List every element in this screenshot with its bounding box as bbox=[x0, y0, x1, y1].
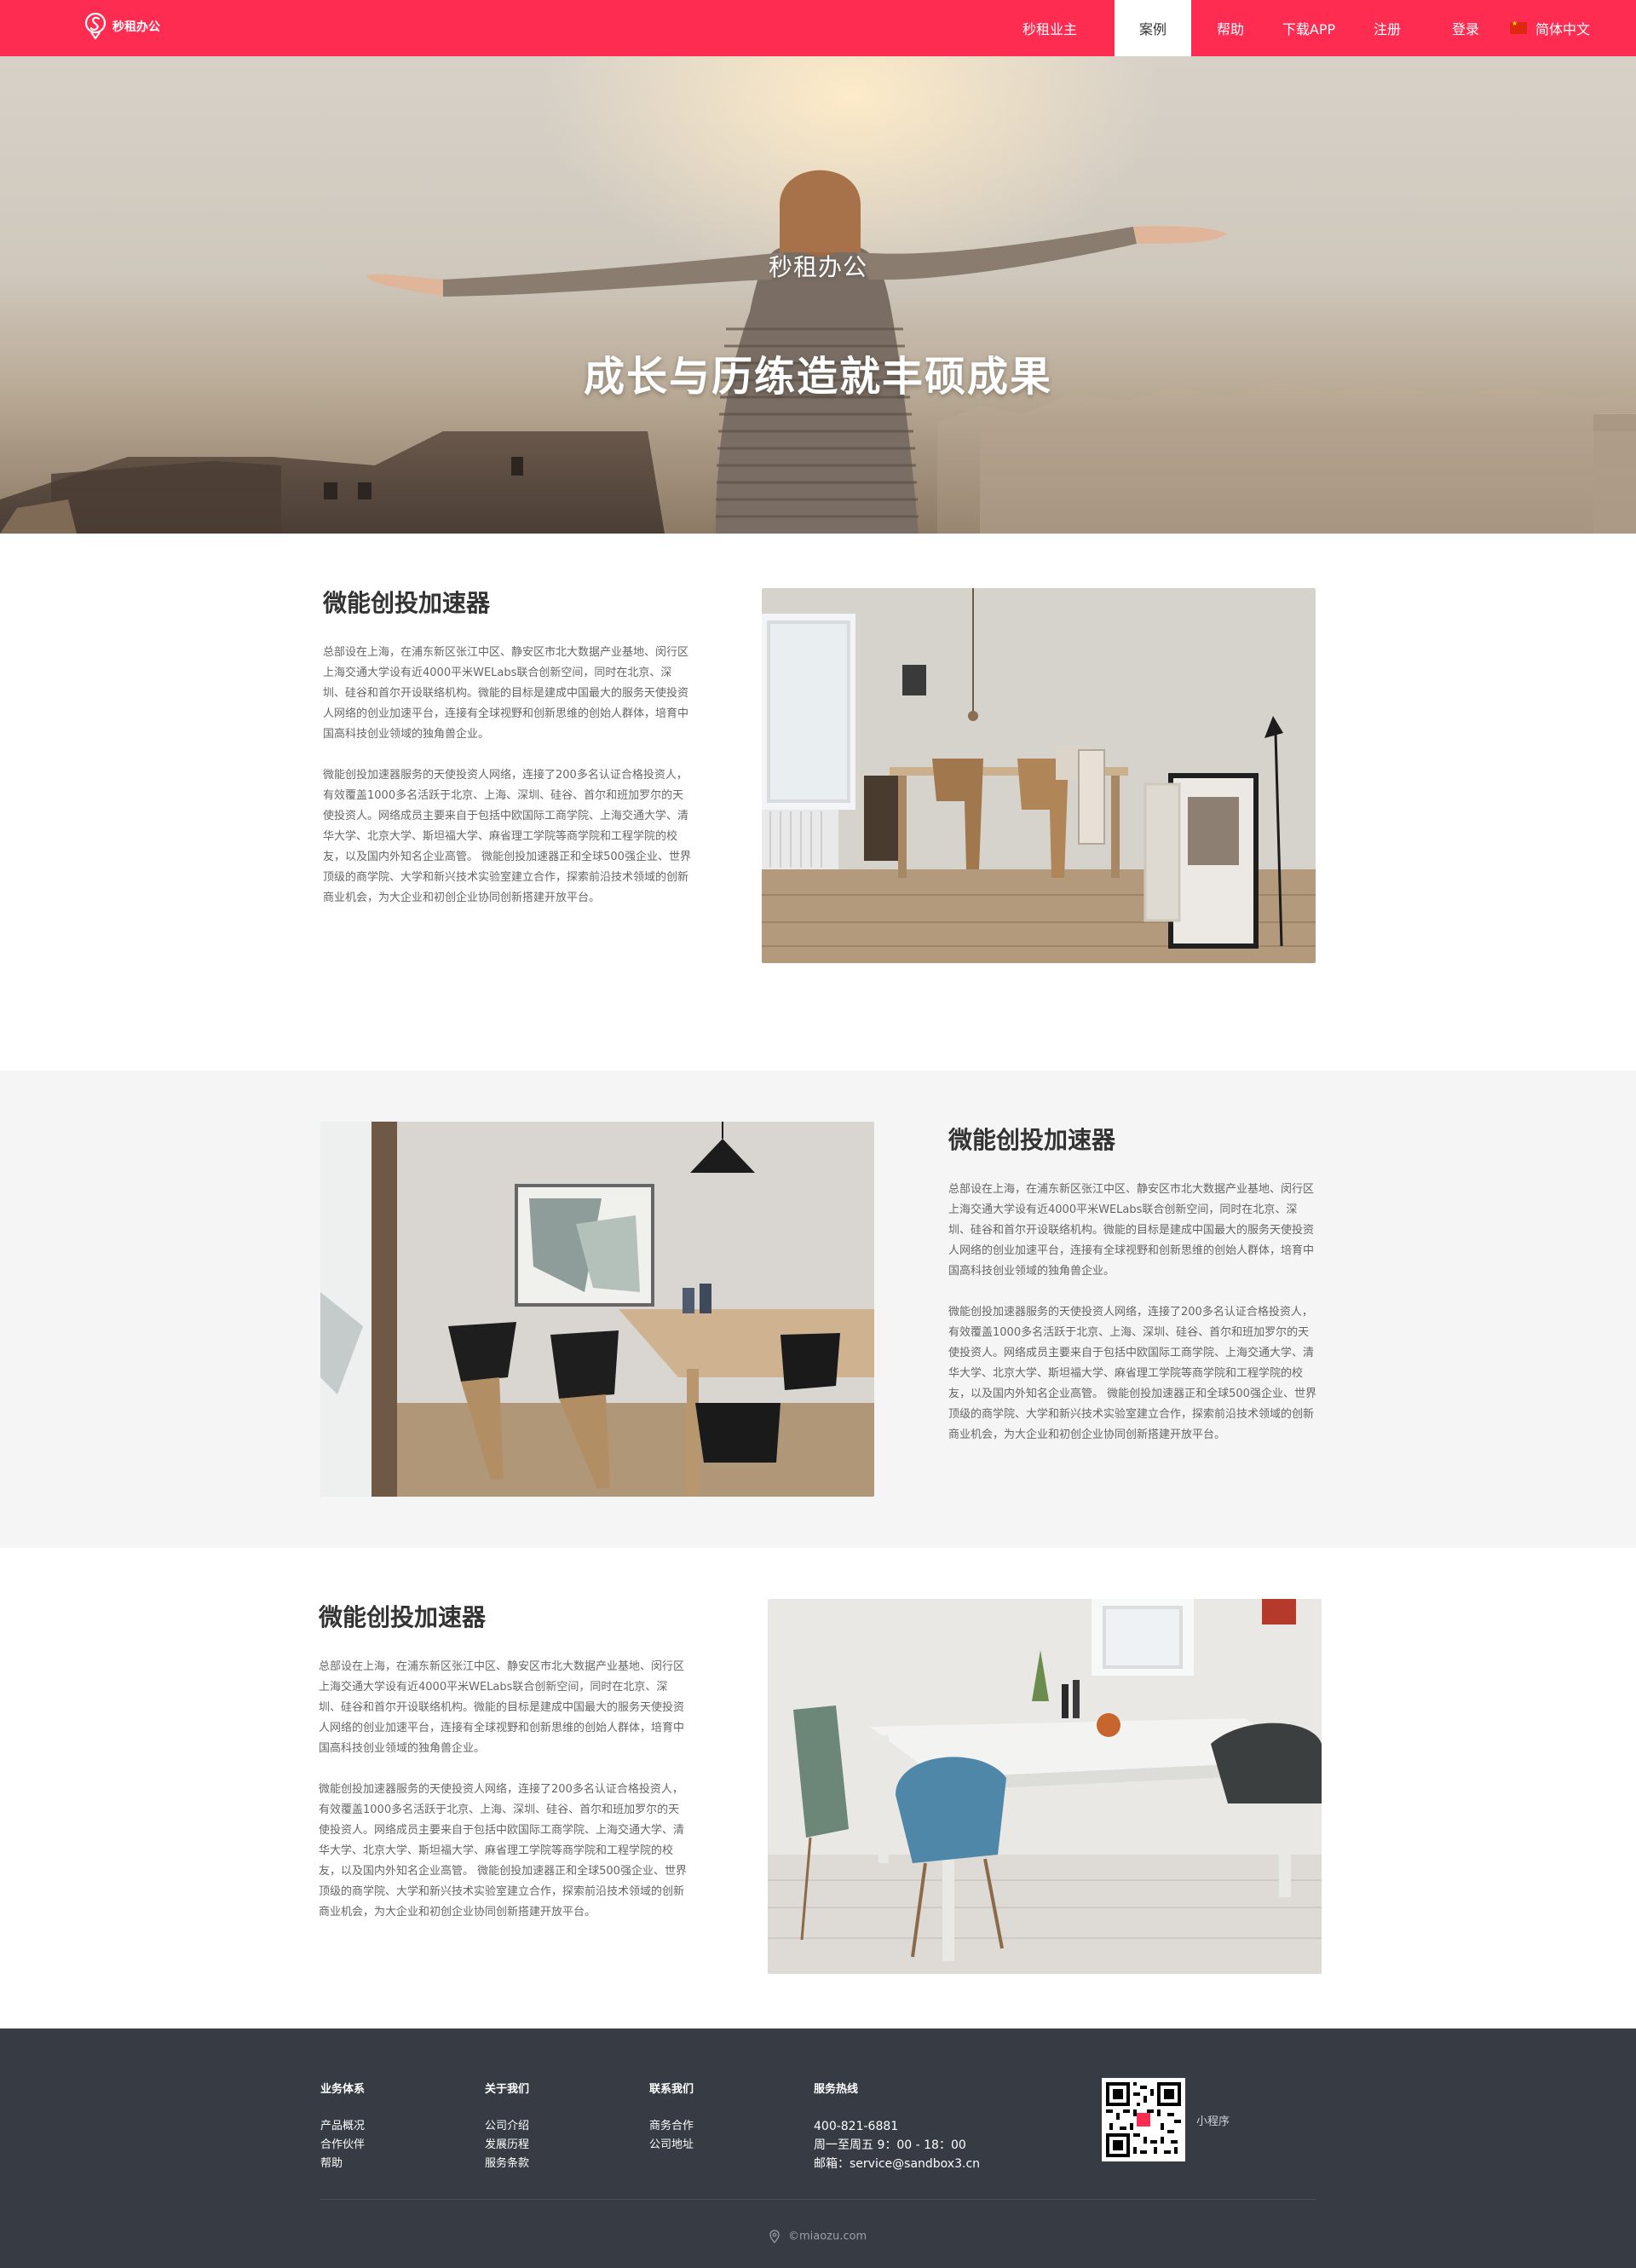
footer-column-contact: 联系我们 商务合作 公司地址 bbox=[649, 2080, 694, 2155]
footer-heading: 联系我们 bbox=[649, 2083, 694, 2096]
copyright-text: ©miaozu.com bbox=[787, 2230, 867, 2243]
hero-title: 成长与历练造就丰硕成果 bbox=[583, 353, 1052, 401]
hero-banner: 秒租办公 成长与历练造就丰硕成果 bbox=[0, 56, 1636, 534]
footer-link[interactable]: 合作伙伴 bbox=[320, 2136, 365, 2155]
footer-link[interactable]: 帮助 bbox=[320, 2155, 365, 2173]
case-image-meeting-room bbox=[320, 1122, 874, 1497]
copyright: ©miaozu.com bbox=[0, 2230, 1636, 2243]
case-description: 总部设在上海，在浦东新区张江中区、静安区市北大数据产业基地、闵行区上海交通大学设… bbox=[948, 1180, 1316, 1446]
case-section-2: 微能创投加速器 总部设在上海，在浦东新区张江中区、静安区市北大数据产业基地、闵行… bbox=[0, 1071, 1636, 1548]
hero-subtitle: 秒租办公 bbox=[768, 253, 867, 281]
case-title: 微能创投加速器 bbox=[319, 1603, 487, 1631]
footer-link[interactable]: 商务合作 bbox=[649, 2117, 694, 2136]
footer-link[interactable]: 公司地址 bbox=[649, 2136, 694, 2155]
case-paragraph: 总部设在上海，在浦东新区张江中区、静安区市北大数据产业基地、闵行区上海交通大学设… bbox=[948, 1183, 1315, 1278]
nav-item-login[interactable]: 登录 bbox=[1426, 0, 1505, 56]
nav-item-owner[interactable]: 秒租业主 bbox=[1004, 0, 1096, 56]
nav-menu: 秒租业主 案例 帮助 下载APP 注册 登录 简体中文 bbox=[1004, 0, 1636, 56]
case-section-1: 微能创投加速器 总部设在上海，在浦东新区张江中区、静安区市北大数据产业基地、闵行… bbox=[0, 534, 1636, 1071]
footer-link[interactable]: 产品概况 bbox=[320, 2117, 365, 2136]
hero-photo bbox=[0, 170, 1636, 534]
nav-item-download-app[interactable]: 下载APP bbox=[1270, 0, 1348, 56]
footer-column-about: 关于我们 公司介绍 发展历程 服务条款 bbox=[485, 2080, 529, 2173]
footer-divider bbox=[320, 2199, 1316, 2200]
case-paragraph: 总部设在上海，在浦东新区张江中区、静安区市北大数据产业基地、闵行区上海交通大学设… bbox=[323, 646, 689, 741]
case-title: 微能创投加速器 bbox=[323, 589, 491, 617]
location-pin-icon bbox=[769, 2230, 780, 2243]
qr-label: 小程序 bbox=[1196, 2115, 1230, 2128]
qr-code bbox=[1102, 2078, 1185, 2161]
case-image-white-table bbox=[768, 1599, 1322, 1974]
logo-text: 秒租办公 bbox=[112, 20, 160, 34]
china-flag-icon bbox=[1510, 20, 1527, 34]
case-image-dining-room bbox=[762, 588, 1316, 963]
language-label: 简体中文 bbox=[1535, 21, 1591, 38]
case-title: 微能创投加速器 bbox=[948, 1126, 1116, 1154]
logo[interactable]: 秒租办公 bbox=[84, 12, 160, 41]
footer-heading: 关于我们 bbox=[485, 2083, 530, 2096]
hotline-hours: 周一至周五 9：00 - 18：00 bbox=[814, 2138, 966, 2152]
case-paragraph: 微能创投加速器服务的天使投资人网络，连接了200多名认证合格投资人，有效覆盖10… bbox=[948, 1306, 1316, 1441]
footer-heading: 业务体系 bbox=[320, 2083, 366, 2096]
footer-column-business: 业务体系 产品概况 合作伙伴 帮助 bbox=[320, 2080, 365, 2173]
site-footer: 业务体系 产品概况 合作伙伴 帮助 关于我们 公司介绍 发展历程 服务条款 联系… bbox=[0, 2029, 1636, 2268]
hotline-phone: 400-821-6881 bbox=[814, 2120, 899, 2133]
footer-link[interactable]: 服务条款 bbox=[485, 2155, 529, 2173]
case-paragraph: 微能创投加速器服务的天使投资人网络，连接了200多名认证合格投资人，有效覆盖10… bbox=[319, 1783, 687, 1919]
footer-link[interactable]: 公司介绍 bbox=[485, 2117, 529, 2136]
footer-column-hotline: 服务热线 400-821-6881 周一至周五 9：00 - 18：00 邮箱：… bbox=[814, 2080, 980, 2173]
footer-link[interactable]: 发展历程 bbox=[485, 2136, 529, 2155]
case-paragraph: 总部设在上海，在浦东新区张江中区、静安区市北大数据产业基地、闵行区上海交通大学设… bbox=[319, 1660, 685, 1755]
case-paragraph: 微能创投加速器服务的天使投资人网络，连接了200多名认证合格投资人，有效覆盖10… bbox=[323, 769, 691, 904]
nav-item-help[interactable]: 帮助 bbox=[1191, 0, 1270, 56]
nav-item-register[interactable]: 注册 bbox=[1348, 0, 1426, 56]
logo-icon bbox=[84, 12, 107, 40]
nav-item-cases[interactable]: 案例 bbox=[1115, 0, 1191, 56]
case-description: 总部设在上海，在浦东新区张江中区、静安区市北大数据产业基地、闵行区上海交通大学设… bbox=[319, 1657, 687, 1923]
language-switcher[interactable]: 简体中文 bbox=[1505, 0, 1636, 56]
case-description: 总部设在上海，在浦东新区张江中区、静安区市北大数据产业基地、闵行区上海交通大学设… bbox=[323, 643, 691, 909]
hotline-email[interactable]: 邮箱：service@sandbox3.cn bbox=[814, 2155, 980, 2173]
top-nav: 秒租办公 秒租业主 案例 帮助 下载APP 注册 登录 简体中文 bbox=[0, 0, 1636, 56]
footer-heading: 服务热线 bbox=[814, 2083, 859, 2096]
case-section-3: 微能创投加速器 总部设在上海，在浦东新区张江中区、静安区市北大数据产业基地、闵行… bbox=[0, 1548, 1636, 2029]
